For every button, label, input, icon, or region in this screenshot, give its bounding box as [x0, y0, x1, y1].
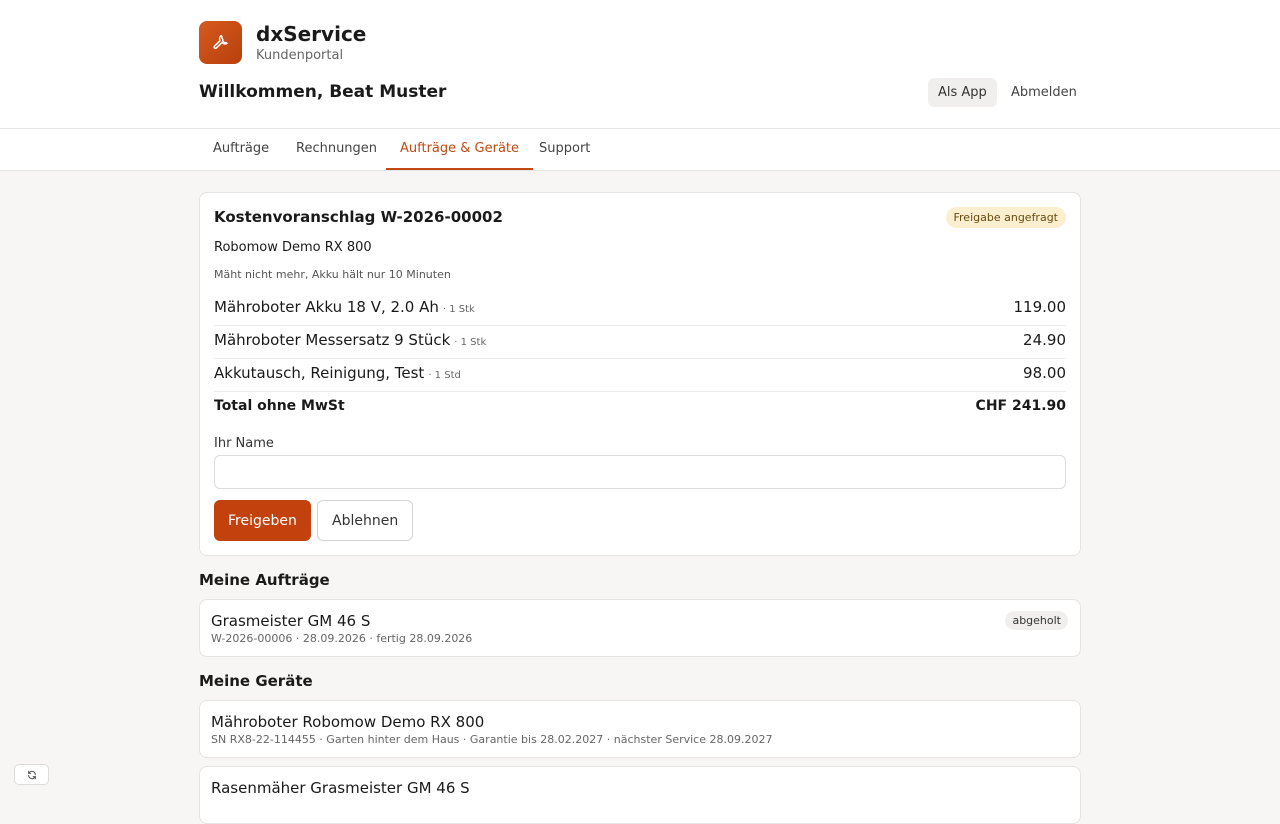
quote-device: Robomow Demo RX 800 — [214, 240, 372, 255]
welcome-heading: Willkommen, Beat Muster — [199, 82, 447, 102]
tab-support[interactable]: Support — [525, 129, 604, 170]
brand-name: dxService — [256, 22, 367, 46]
approve-button[interactable]: Freigeben — [214, 500, 311, 541]
line-item: Akkutausch, Reinigung, Test · 1 Std 98.00 — [214, 358, 1066, 392]
line-item: Mähroboter Akku 18 V, 2.0 Ah · 1 Stk 119.… — [214, 292, 1066, 326]
status-badge: Freigabe angefragt — [945, 207, 1066, 228]
wrench-icon — [212, 34, 228, 49]
device-list-item[interactable]: Mähroboter Robomow Demo RX 800 SN RX8-22… — [199, 700, 1081, 758]
order-title: Grasmeister GM 46 S — [211, 612, 371, 630]
logout-button[interactable]: Abmelden — [1001, 78, 1087, 107]
device-title: Mähroboter Robomow Demo RX 800 — [211, 713, 485, 731]
orders-section-title: Meine Aufträge — [199, 571, 330, 589]
name-field-label: Ihr Name — [214, 436, 274, 451]
header: dxService Kundenportal Willkommen, Beat … — [0, 0, 1280, 129]
line-item-price: 119.00 — [1013, 298, 1067, 316]
tab-rechnungen[interactable]: Rechnungen — [282, 129, 391, 170]
line-item-name: Mähroboter Akku 18 V, 2.0 Ah — [214, 298, 439, 316]
device-list-item[interactable]: Rasenmäher Grasmeister GM 46 S — [199, 766, 1081, 824]
line-item-qty: · 1 Stk — [442, 304, 475, 315]
line-item-qty: · 1 Stk — [454, 337, 487, 348]
line-item-qty: · 1 Std — [428, 370, 461, 381]
total-value: CHF 241.90 — [975, 398, 1066, 414]
tab-auftraege-geraete[interactable]: Aufträge & Geräte — [386, 129, 534, 170]
install-app-button[interactable]: Als App — [928, 78, 997, 107]
order-meta: W-2026-00006 · 28.09.2026 · fertig 28.09… — [211, 632, 473, 645]
total-label: Total ohne MwSt — [214, 398, 345, 414]
line-item-price: 24.90 — [1023, 331, 1066, 349]
quote-issue: Mäht nicht mehr, Akku hält nur 10 Minute… — [214, 268, 451, 281]
brand-logo — [199, 21, 242, 64]
device-meta: SN RX8-22-114455 · Garten hinter dem Hau… — [211, 733, 773, 746]
reject-button[interactable]: Ablehnen — [317, 500, 414, 541]
line-item-name: Mähroboter Messersatz 9 Stück — [214, 331, 451, 349]
line-item-price: 98.00 — [1023, 364, 1066, 382]
order-list-item[interactable]: Grasmeister GM 46 S W-2026-00006 · 28.09… — [199, 599, 1081, 657]
line-item-name: Akkutausch, Reinigung, Test — [214, 364, 425, 382]
quote-card: Kostenvoranschlag W-2026-00002 Freigabe … — [199, 192, 1081, 556]
tab-bar: Aufträge Rechnungen Aufträge & Geräte Su… — [0, 129, 1280, 171]
device-title: Rasenmäher Grasmeister GM 46 S — [211, 779, 470, 797]
order-status-badge: abgeholt — [1005, 611, 1068, 630]
devices-section-title: Meine Geräte — [199, 672, 313, 690]
brand-subtitle: Kundenportal — [256, 48, 344, 63]
line-item: Mähroboter Messersatz 9 Stück · 1 Stk 24.… — [214, 325, 1066, 359]
refresh-button[interactable] — [14, 764, 49, 785]
quote-title: Kostenvoranschlag W-2026-00002 — [214, 208, 503, 226]
name-field[interactable] — [214, 455, 1066, 489]
tab-auftraege[interactable]: Aufträge — [199, 129, 283, 170]
refresh-icon — [27, 770, 36, 779]
